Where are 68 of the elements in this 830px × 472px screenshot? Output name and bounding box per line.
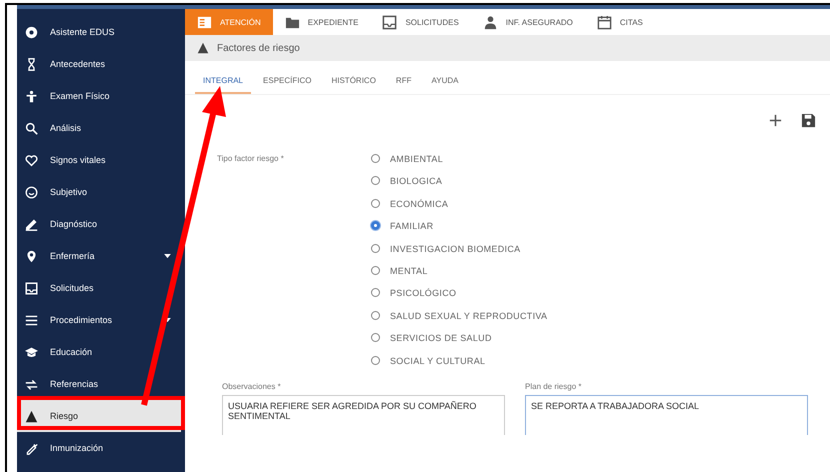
sidebar-item[interactable]: Análisis [17, 112, 181, 144]
sidebar-item[interactable]: Enfermería [17, 240, 181, 272]
save-icon[interactable] [801, 113, 816, 128]
zoom-icon [25, 122, 38, 134]
radio-option[interactable]: MENTAL [371, 266, 548, 288]
radio-button[interactable] [371, 356, 380, 365]
radio-option[interactable]: BIOLOGICA [371, 176, 548, 199]
syringe-icon [25, 442, 38, 454]
sidebar-item[interactable]: Inmunización [17, 432, 181, 464]
radio-button[interactable] [371, 198, 380, 208]
caret-icon [164, 254, 171, 258]
tab[interactable]: AYUDA [423, 69, 466, 94]
warning-icon [197, 42, 209, 54]
radio-option[interactable]: SALUD SEXUAL Y REPRODUCTIVA [371, 310, 548, 334]
navigation-tab[interactable]: INF. ASEGURADO [470, 9, 585, 35]
heart-icon [25, 154, 38, 166]
radio-button[interactable] [371, 288, 380, 298]
cap-icon [25, 346, 38, 358]
sidebar-item[interactable]: Educación [17, 336, 181, 368]
sidebar-item[interactable]: Procedimientos [17, 304, 181, 336]
tab[interactable]: RFF [388, 69, 420, 94]
navigation-tab[interactable]: SOLICITUDES [370, 9, 471, 35]
list-icon [25, 314, 38, 326]
radio-button[interactable] [371, 266, 380, 275]
radio-option[interactable]: AMBIENTAL [371, 154, 548, 176]
radio-button[interactable] [371, 221, 380, 230]
radio-button[interactable] [371, 244, 380, 253]
radio-option[interactable]: SERVICIOS DE SALUD [371, 333, 548, 356]
radio-option[interactable]: PSICOLÓGICO [371, 288, 548, 311]
swap-icon [25, 378, 38, 390]
radio-option[interactable]: ECONÓMICA [371, 198, 548, 222]
pen-icon [25, 218, 38, 230]
radio-button[interactable] [371, 333, 380, 342]
sidebar-item[interactable]: Subjetivo [17, 176, 181, 208]
sidebar-item[interactable]: Solicitudes [17, 272, 181, 304]
calendar-icon [596, 14, 612, 30]
sidebar-item[interactable]: Examen Físico [17, 80, 181, 112]
caret-icon [164, 318, 171, 322]
radio-option[interactable]: FAMILIAR [371, 221, 548, 244]
tab[interactable]: HISTÓRICO [323, 69, 384, 94]
sidebar-item[interactable]: Referencias [17, 368, 181, 400]
plus-icon[interactable] [768, 113, 783, 128]
field-label: Observaciones * [222, 382, 282, 391]
text-area[interactable]: USUARIA REFIERE SER AGREDIDA POR SU COMPAÑERO SENTIMENTAL [222, 394, 505, 435]
sidebar-item[interactable]: Asistente EDUS [17, 16, 181, 48]
field-label: Plan de riesgo * [525, 382, 582, 391]
smile-icon [25, 186, 38, 198]
radio-option[interactable]: INVESTIGACION BIOMEDICA [371, 244, 548, 266]
tab[interactable]: ESPECÍFICO [255, 69, 320, 94]
text-area[interactable]: SE REPORTA A TRABAJADORA SOCIAL [525, 394, 808, 435]
sidebar-item[interactable]: Antecedentes [17, 48, 181, 80]
inbox-icon [25, 282, 38, 294]
radio-button[interactable] [371, 154, 380, 163]
page-title: Factores de riesgo [217, 42, 300, 54]
radio-option[interactable]: SOCIAL Y CULTURAL [371, 356, 548, 378]
card-icon [197, 14, 212, 30]
sidebar-item[interactable]: Diagnóstico [17, 208, 181, 240]
sidebar-item[interactable]: Signos vitales [17, 144, 181, 176]
navigation-tab[interactable]: EXPEDIENTE [272, 9, 370, 35]
field-label: Tipo factor riesgo * [217, 154, 285, 165]
warning-icon [25, 410, 38, 422]
radio-button[interactable] [371, 176, 380, 186]
navigation-tab[interactable]: CITAS [584, 9, 655, 35]
inbox-icon [382, 14, 398, 30]
person-icon [25, 90, 38, 102]
person-icon [482, 14, 498, 30]
pin-icon [25, 250, 38, 262]
radio-button[interactable] [371, 310, 380, 320]
